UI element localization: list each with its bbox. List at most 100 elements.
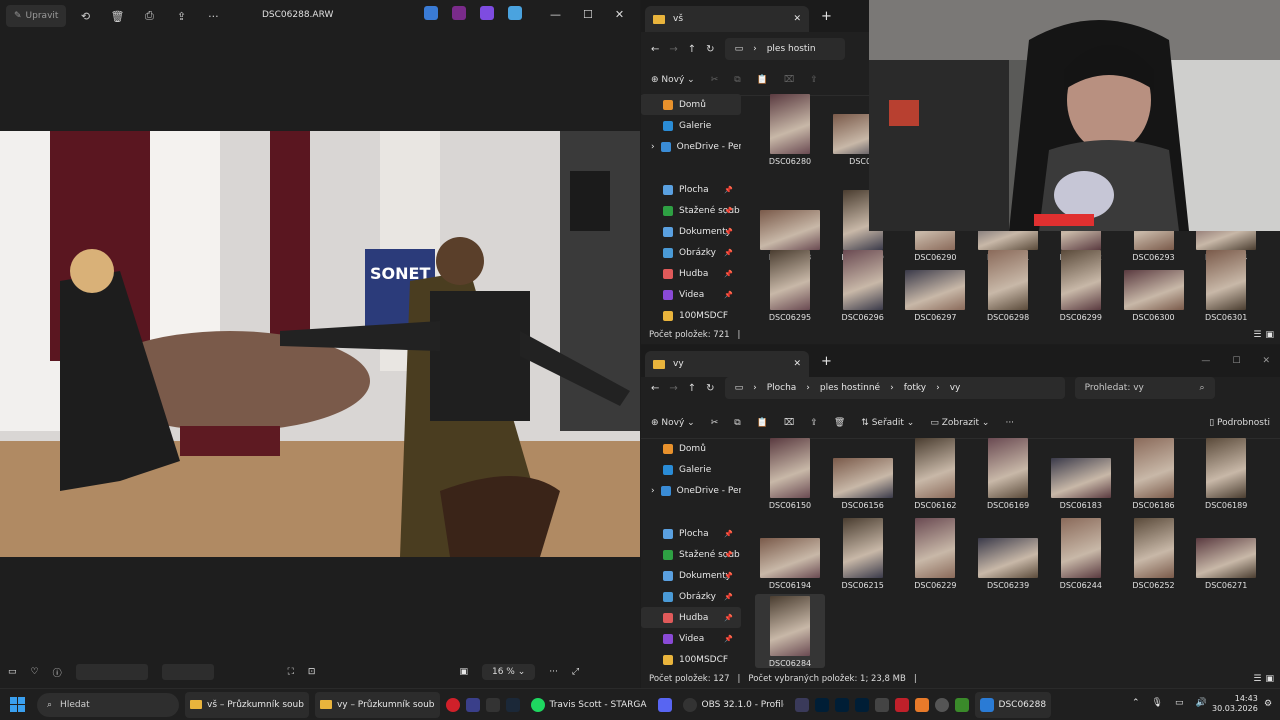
thumbnail-view-icon[interactable]: ▣ bbox=[1265, 674, 1274, 684]
file-thumbnail[interactable]: DSC06280 bbox=[755, 94, 825, 166]
chevron-right-icon[interactable]: › bbox=[651, 486, 655, 496]
sidebar-item[interactable]: Videa 📌 bbox=[641, 628, 741, 649]
sidebar-item[interactable]: Obrázky 📌 bbox=[641, 242, 741, 263]
details-view-icon[interactable]: ☰ bbox=[1253, 330, 1261, 340]
app-icon[interactable] bbox=[874, 697, 889, 712]
compare-icon[interactable]: ⊡ bbox=[308, 667, 316, 677]
taskbar-app-spotify[interactable]: Travis Scott - STARGA bbox=[526, 692, 652, 718]
new-button[interactable]: ⊕ Nový ⌄ bbox=[651, 418, 695, 428]
file-thumbnail[interactable]: DSC06239 bbox=[973, 518, 1043, 590]
file-thumbnail[interactable]: DSC06300 bbox=[1119, 250, 1189, 322]
lightroom-classic-icon[interactable] bbox=[834, 697, 849, 712]
file-thumbnail[interactable]: DSC06150 bbox=[755, 438, 825, 510]
sidebar-item[interactable]: Galerie bbox=[641, 115, 741, 136]
sidebar-item[interactable]: Videa 📌 bbox=[641, 284, 741, 305]
maximize-icon[interactable]: ☐ bbox=[1232, 356, 1240, 366]
app-icon[interactable] bbox=[914, 697, 929, 712]
discord-icon[interactable] bbox=[657, 697, 672, 712]
sort-button[interactable]: ⇅ Seřadit ⌄ bbox=[861, 418, 914, 428]
refresh-icon[interactable]: ↻ bbox=[706, 383, 714, 394]
favorite-icon[interactable]: ♡ bbox=[31, 667, 39, 677]
more-icon[interactable]: ··· bbox=[1005, 418, 1014, 428]
breadcrumb-item[interactable]: vy bbox=[950, 383, 961, 393]
fit-icon[interactable]: ⛶ bbox=[288, 667, 294, 677]
app-icon[interactable] bbox=[480, 6, 494, 20]
opera-icon[interactable] bbox=[445, 697, 460, 712]
app-icon[interactable] bbox=[424, 6, 438, 20]
fullscreen-icon[interactable]: ⤢ bbox=[572, 667, 579, 677]
sidebar-item[interactable]: › OneDrive - Perso bbox=[641, 136, 741, 157]
copy-icon[interactable]: ⧉ bbox=[734, 75, 740, 85]
sidebar-item[interactable]: › OneDrive - Perso bbox=[641, 480, 741, 501]
steam-icon[interactable] bbox=[505, 697, 520, 712]
details-button[interactable]: ▯ Podrobnosti bbox=[1209, 418, 1270, 428]
app-icon[interactable] bbox=[465, 697, 480, 712]
share-icon[interactable]: ⇪ bbox=[810, 418, 818, 428]
sidebar-item[interactable]: Domů bbox=[641, 438, 741, 459]
file-thumbnail[interactable]: DSC06156 bbox=[828, 438, 898, 510]
cut-icon[interactable]: ✂ bbox=[711, 75, 719, 85]
clock[interactable]: 14:43 30.03.2026 bbox=[1212, 694, 1258, 714]
up-icon[interactable]: ↑ bbox=[688, 383, 696, 394]
sidebar-item[interactable]: Galerie bbox=[641, 459, 741, 480]
maximize-icon[interactable]: ☐ bbox=[583, 8, 593, 21]
breadcrumb-item[interactable]: fotky bbox=[904, 383, 926, 393]
sidebar-item[interactable]: Plocha 📌 bbox=[641, 523, 741, 544]
sidebar-item[interactable]: Obrázky 📌 bbox=[641, 586, 741, 607]
lightroom-icon[interactable] bbox=[854, 697, 869, 712]
taskbar-app-obs[interactable]: OBS 32.1.0 - Profile: N bbox=[678, 692, 789, 718]
app-icon[interactable] bbox=[508, 6, 522, 20]
file-thumbnail[interactable]: DSC06271 bbox=[1191, 518, 1261, 590]
taskbar-app-explorer-vs[interactable]: vš – Průzkumník soub bbox=[185, 691, 309, 718]
paste-icon[interactable]: 📋 bbox=[757, 75, 768, 85]
app-icon[interactable] bbox=[894, 697, 909, 712]
explorer-tab[interactable]: vy ✕ bbox=[645, 351, 809, 377]
info-icon[interactable]: ⓘ bbox=[53, 666, 62, 679]
new-tab-icon[interactable]: + bbox=[821, 354, 832, 369]
copy-icon[interactable]: ⧉ bbox=[734, 418, 740, 428]
sidebar-item[interactable]: Dokumenty 📌 bbox=[641, 565, 741, 586]
sidebar-item[interactable]: Hudba 📌 bbox=[641, 607, 741, 628]
new-button[interactable]: ⊕ Nový ⌄ bbox=[651, 75, 695, 85]
file-thumbnail[interactable]: DSC06299 bbox=[1046, 250, 1116, 322]
file-thumbnail[interactable]: DSC06186 bbox=[1119, 438, 1189, 510]
zoom-select[interactable]: 16 % ⌄ bbox=[481, 664, 536, 680]
file-thumbnail[interactable]: DSC06169 bbox=[973, 438, 1043, 510]
address-bar[interactable]: ▭ › ples hostin bbox=[724, 38, 845, 60]
refresh-icon[interactable]: ↻ bbox=[706, 44, 714, 55]
close-tab-icon[interactable]: ✕ bbox=[793, 359, 801, 369]
rename-icon[interactable]: ⌧ bbox=[784, 75, 794, 85]
file-thumbnail[interactable]: DSC06162 bbox=[900, 438, 970, 510]
up-icon[interactable]: ↑ bbox=[688, 44, 696, 55]
minecraft-icon[interactable] bbox=[954, 697, 969, 712]
sidebar-item[interactable]: Domů bbox=[641, 94, 741, 115]
network-icon[interactable]: ▭ bbox=[1175, 698, 1184, 708]
rename-icon[interactable]: ⌧ bbox=[784, 418, 794, 428]
taskbar-app-explorer-vy[interactable]: vy – Průzkumník soub bbox=[314, 691, 440, 718]
sidebar-item[interactable]: Dokumenty 📌 bbox=[641, 221, 741, 242]
close-icon[interactable]: ✕ bbox=[615, 8, 624, 21]
file-thumbnail[interactable]: DSC06296 bbox=[828, 250, 898, 322]
photo-display[interactable]: SONET bbox=[0, 131, 640, 557]
address-bar[interactable]: ▭ › Plocha › ples hostinné › fotky › vy bbox=[724, 377, 1065, 399]
delete-icon[interactable]: 🗑 bbox=[104, 5, 130, 27]
share-icon[interactable]: ⇪ bbox=[810, 75, 818, 85]
more-icon[interactable]: ··· bbox=[549, 667, 558, 677]
file-thumbnail[interactable]: DSC06284 bbox=[755, 594, 825, 668]
file-thumbnail[interactable]: DSC06297 bbox=[900, 250, 970, 322]
app-icon[interactable] bbox=[794, 697, 809, 712]
breadcrumb-item[interactable]: Plocha bbox=[767, 383, 797, 393]
forward-icon[interactable]: → bbox=[669, 383, 677, 394]
search-box[interactable]: Prohledat: vy ⌕ bbox=[1074, 377, 1215, 399]
thumbnail-view-icon[interactable]: ▣ bbox=[1265, 330, 1274, 340]
sidebar-item[interactable]: 100MSDCF bbox=[641, 305, 741, 326]
edit-button[interactable]: ✎ Upravit bbox=[6, 5, 67, 27]
photoshop-icon[interactable] bbox=[814, 697, 829, 712]
print-icon[interactable]: ⎙ bbox=[136, 5, 162, 27]
microphone-icon[interactable]: 🎙 bbox=[1152, 698, 1163, 708]
back-icon[interactable]: ← bbox=[651, 44, 659, 55]
file-thumbnail[interactable]: DSC06189 bbox=[1191, 438, 1261, 510]
cut-icon[interactable]: ✂ bbox=[711, 418, 719, 428]
file-thumbnail[interactable]: DSC06215 bbox=[828, 518, 898, 590]
start-button[interactable] bbox=[10, 697, 25, 712]
